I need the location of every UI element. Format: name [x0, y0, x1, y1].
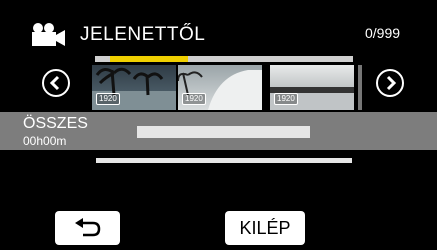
page-title: JELENETTŐL — [80, 24, 206, 45]
chevron-right-icon — [386, 75, 397, 91]
prev-button[interactable] — [42, 69, 70, 97]
total-label: ÖSSZES — [23, 115, 88, 132]
thumbnail-3[interactable]: 1920 — [270, 65, 354, 110]
resolution-badge: 1920 — [182, 93, 206, 105]
return-arrow-icon — [75, 218, 101, 237]
total-time: 00h00m — [23, 134, 67, 148]
thumbnail-4[interactable] — [358, 65, 362, 110]
resolution-badge: 1920 — [274, 93, 298, 105]
back-button[interactable] — [55, 211, 120, 245]
progress-fill — [110, 56, 188, 62]
scene-counter: 0/999 — [365, 25, 401, 41]
thumbnail-2[interactable]: 1920 — [178, 65, 262, 110]
segment-line — [96, 158, 352, 163]
next-button[interactable] — [376, 69, 404, 97]
resolution-badge: 1920 — [96, 93, 120, 105]
thumbnail-strip: 1920 1920 1920 — [92, 65, 362, 110]
segment-track — [137, 126, 310, 138]
chevron-left-icon — [49, 75, 60, 91]
thumbnail-1[interactable]: 1920 — [92, 65, 176, 110]
exit-button[interactable]: KILÉP — [225, 211, 305, 245]
screen: JELENETTŐL 0/999 1920 1920 1920 ÖSSZES 0… — [0, 0, 437, 250]
movie-camera-icon — [30, 22, 66, 48]
